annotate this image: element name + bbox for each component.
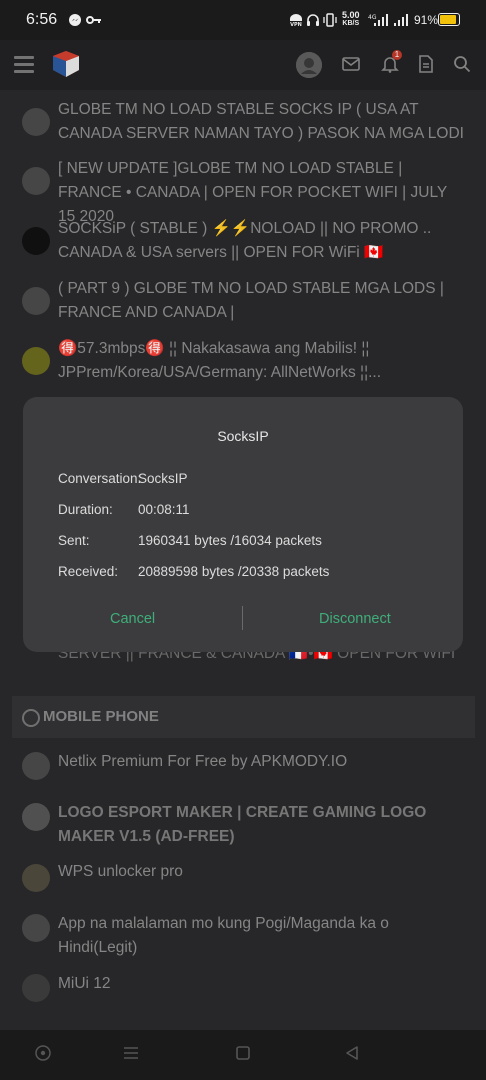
sent-label: Sent: — [58, 533, 90, 548]
status-bar: 6:56 VPN 5.00 KB/S 4G 91% — [0, 0, 486, 40]
button-divider — [242, 606, 243, 630]
duration-value: 00:08:11 — [138, 502, 190, 517]
svg-text:4G: 4G — [368, 14, 377, 21]
dialog-title: SocksIP — [217, 428, 269, 444]
network-speed: 5.00 KB/S — [342, 11, 360, 28]
headset-icon — [306, 13, 320, 30]
vibrate-icon — [323, 13, 337, 30]
key-icon — [86, 13, 102, 30]
speed-value: 5.00 — [342, 10, 360, 20]
messenger-icon — [68, 13, 82, 30]
svg-text:VPN: VPN — [290, 22, 302, 27]
disconnect-button[interactable]: Disconnect — [319, 611, 391, 627]
home-icon[interactable] — [234, 1044, 252, 1067]
recent-apps-icon[interactable] — [122, 1044, 140, 1067]
conversation-value: SocksIP — [138, 471, 188, 486]
received-value: 20889598 bytes /20338 packets — [138, 564, 330, 579]
4g-signal-icon: 4G — [368, 13, 388, 30]
system-nav-bar — [0, 1030, 486, 1080]
sent-value: 1960341 bytes /16034 packets — [138, 533, 322, 548]
vpn-icon: VPN — [288, 13, 304, 29]
conversation-label: Conversation: — [58, 471, 142, 486]
battery-percent: 91% — [414, 13, 439, 27]
screen-record-icon[interactable] — [34, 1044, 52, 1067]
battery-icon — [438, 13, 460, 26]
received-label: Received: — [58, 564, 119, 579]
clock: 6:56 — [26, 11, 58, 28]
signal-icon — [394, 13, 410, 30]
speed-unit: KB/S — [342, 20, 360, 27]
cancel-button[interactable]: Cancel — [110, 611, 155, 627]
duration-label: Duration: — [58, 502, 113, 517]
connection-dialog: SocksIP Conversation: SocksIP Duration: … — [23, 397, 463, 652]
back-icon[interactable] — [343, 1044, 361, 1067]
